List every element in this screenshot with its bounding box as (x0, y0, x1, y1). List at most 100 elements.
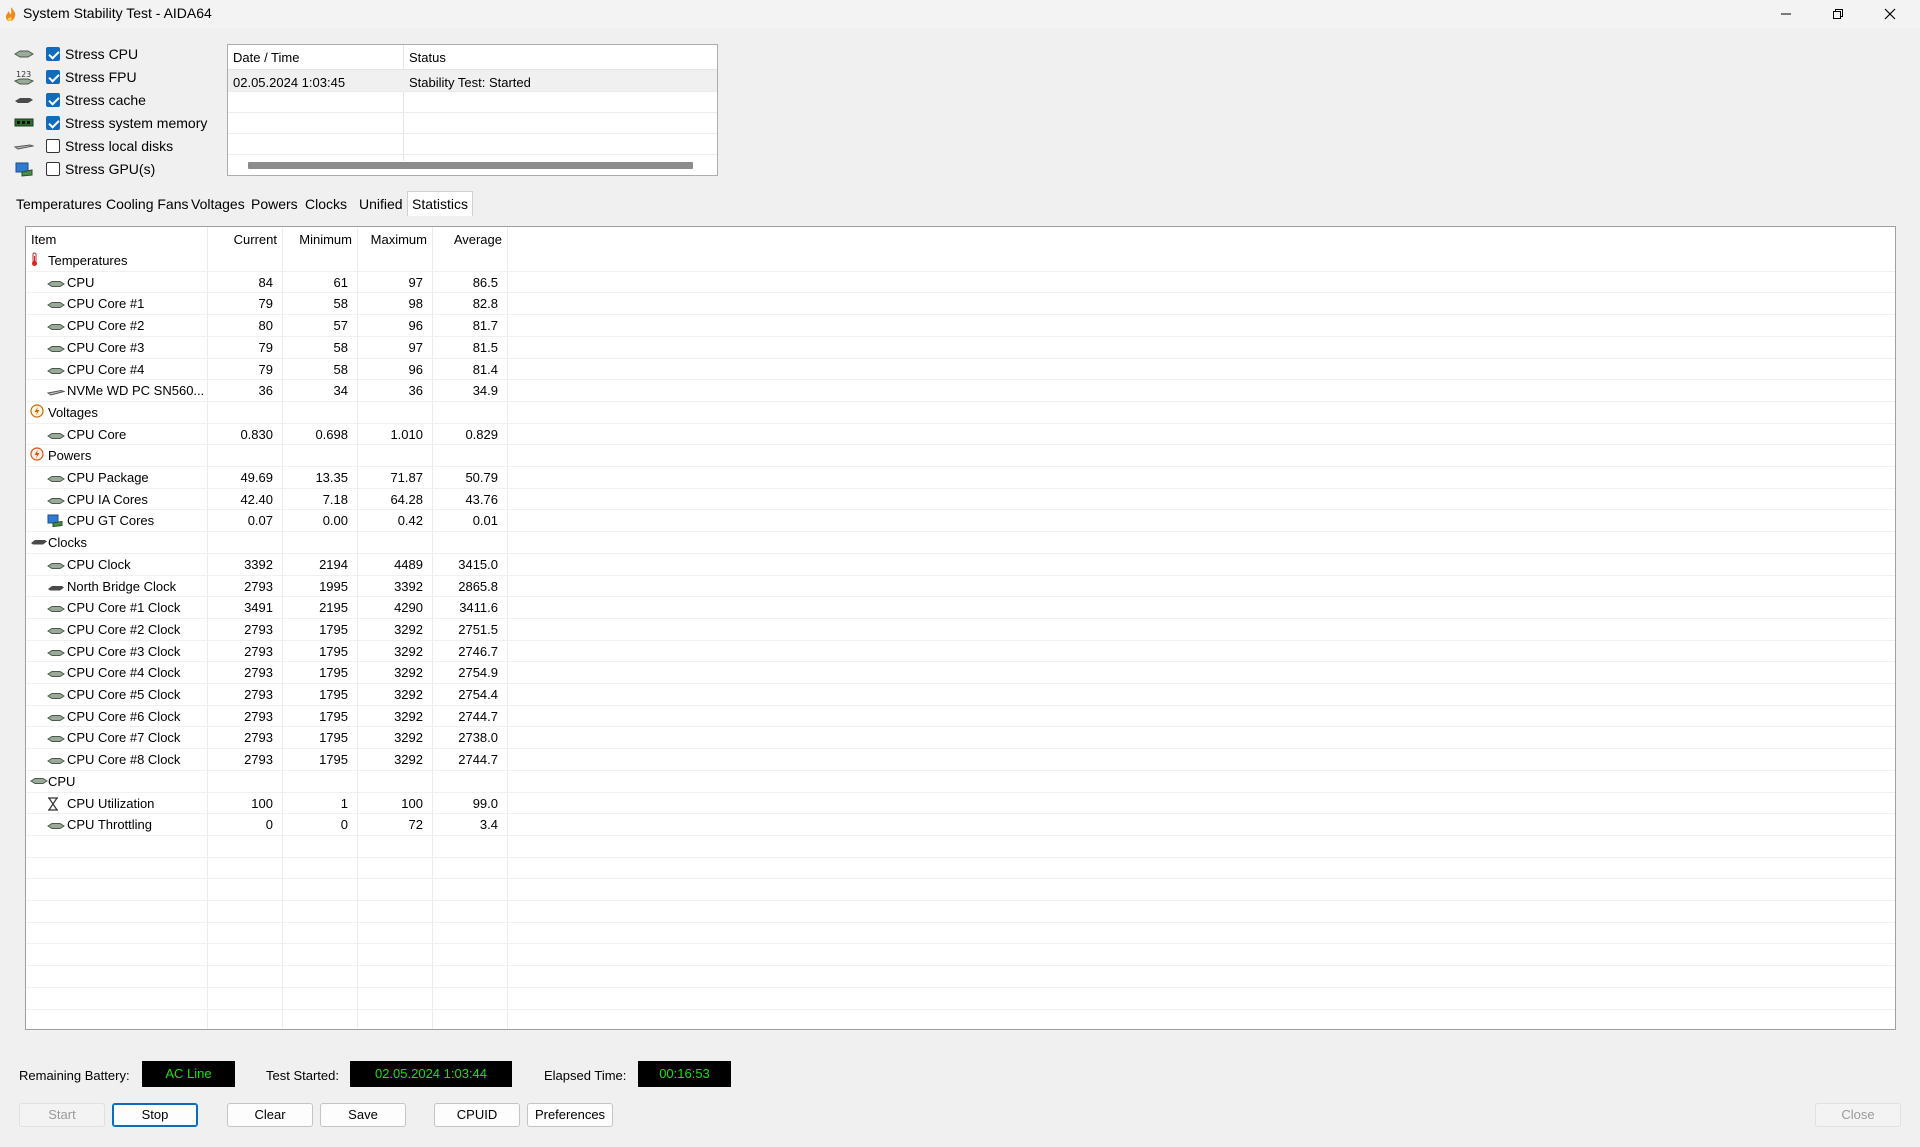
item-name: CPU Core #3 (67, 339, 145, 355)
log-horizontal-scrollbar[interactable] (248, 162, 693, 169)
cpu-chip-icon (47, 818, 65, 833)
table-row[interactable]: CPU 84 61 97 86.5 (26, 271, 526, 293)
log-column-divider (403, 45, 404, 161)
table-row[interactable]: NVMe WD PC SN560... 36 34 36 34.9 (26, 379, 526, 401)
minimum-value: 1795 (319, 687, 348, 702)
restore-button[interactable] (1812, 0, 1864, 28)
close-icon (1884, 8, 1896, 20)
table-row[interactable]: CPU Core #4 Clock 2793 1795 3292 2754.9 (26, 661, 526, 683)
stress-disks-option[interactable]: Stress local disks (14, 135, 173, 157)
average-value: 81.5 (472, 339, 498, 355)
group-row-temperatures[interactable]: Temperatures (26, 249, 526, 271)
stress-fpu-option[interactable]: 123 Stress FPU (14, 66, 137, 88)
table-row[interactable]: CPU Throttling 0 0 72 3.4 (26, 813, 526, 835)
minimum-column-header[interactable]: Minimum (282, 232, 352, 247)
stress-cache-checkbox[interactable] (46, 93, 60, 107)
stress-disks-checkbox[interactable] (46, 139, 60, 153)
table-row[interactable]: North Bridge Clock 2793 1995 3392 2865.8 (26, 575, 526, 597)
tab-voltages[interactable]: Voltages (187, 193, 249, 215)
average-value: 0.829 (465, 426, 498, 442)
stress-gpu-checkbox[interactable] (46, 162, 60, 176)
maximum-value: 3292 (394, 621, 423, 637)
clear-button[interactable]: Clear (227, 1103, 313, 1127)
group-row-clocks[interactable]: Clocks (26, 531, 526, 553)
group-row-voltages[interactable]: Voltages (26, 401, 526, 423)
stress-fpu-checkbox[interactable] (46, 70, 60, 84)
thermometer-icon (30, 252, 40, 270)
log-datetime-header[interactable]: Date / Time (233, 50, 299, 65)
stress-cpu-checkbox[interactable] (46, 47, 60, 61)
restore-icon (1833, 9, 1843, 19)
minimize-button[interactable] (1760, 0, 1812, 28)
minimum-value: 13.35 (315, 470, 348, 485)
average-value: 81.7 (472, 318, 498, 334)
average-value: 34.9 (472, 383, 498, 399)
table-row[interactable]: CPU Core #5 Clock 2793 1795 3292 2754.4 (26, 683, 526, 705)
maximum-column-header[interactable]: Maximum (357, 232, 427, 247)
table-row[interactable]: CPU Core #1 Clock 3491 2195 4290 3411.6 (26, 596, 526, 618)
tab-cooling-fans[interactable]: Cooling Fans (102, 193, 193, 215)
tab-statistics[interactable]: Statistics (407, 191, 474, 216)
table-row[interactable]: CPU Core #2 Clock 2793 1795 3292 2751.5 (26, 618, 526, 640)
average-column-header[interactable]: Average (432, 232, 502, 247)
cpuid-button[interactable]: CPUID (434, 1103, 520, 1127)
bottom-panel: Remaining Battery: AC Line Test Started:… (0, 1040, 1920, 1147)
stress-memory-checkbox[interactable] (46, 116, 60, 130)
table-row[interactable]: CPU GT Cores 0.07 0.00 0.42 0.01 (26, 509, 526, 531)
table-row[interactable]: CPU Core #3 Clock 2793 1795 3292 2746.7 (26, 640, 526, 662)
tab-powers[interactable]: Powers (247, 193, 302, 215)
table-row[interactable]: CPU Utilization 100 1 100 99.0 (26, 792, 526, 814)
item-name: North Bridge Clock (67, 578, 177, 594)
tab-unified[interactable]: Unified (355, 193, 407, 215)
average-value: 3415.0 (458, 556, 498, 572)
table-row[interactable]: CPU Core #8 Clock 2793 1795 3292 2744.7 (26, 748, 526, 770)
current-value: 3392 (244, 556, 273, 572)
minimum-value: 1795 (319, 621, 348, 637)
table-row[interactable]: CPU Core #1 79 58 98 82.8 (26, 292, 526, 314)
log-status-header[interactable]: Status (409, 50, 446, 65)
table-row[interactable]: CPU Core #4 79 58 96 81.4 (26, 358, 526, 380)
tab-temperatures[interactable]: Temperatures (12, 193, 106, 215)
minimum-value: 1795 (319, 665, 348, 681)
table-row[interactable]: CPU Core 0.830 0.698 1.010 0.829 (26, 423, 526, 445)
table-row[interactable]: CPU Clock 3392 2194 4489 3415.0 (26, 553, 526, 575)
log-row[interactable]: 02.05.2024 1:03:45 Stability Test: Start… (228, 70, 717, 91)
table-row[interactable]: CPU IA Cores 42.40 7.18 64.28 43.76 (26, 488, 526, 510)
table-row[interactable]: CPU Core #2 80 57 96 81.7 (26, 314, 526, 336)
stress-memory-label: Stress system memory (65, 115, 208, 131)
stop-button[interactable]: Stop (112, 1103, 198, 1127)
minimum-value: 61 (333, 274, 348, 290)
item-name: CPU Core #5 Clock (67, 687, 181, 702)
start-button[interactable]: Start (19, 1103, 105, 1127)
item-column-header[interactable]: Item (31, 232, 56, 247)
table-row[interactable]: CPU Core #7 Clock 2793 1795 3292 2738.0 (26, 726, 526, 748)
statistics-grid[interactable]: Item Current Minimum Maximum Average Tem… (25, 226, 1896, 1030)
save-button[interactable]: Save (320, 1103, 406, 1127)
stress-gpu-option[interactable]: Stress GPU(s) (14, 158, 155, 180)
item-name: CPU Core #2 (67, 318, 145, 334)
close-button[interactable]: Close (1815, 1103, 1901, 1127)
maximum-value: 3292 (394, 730, 423, 746)
grid-row-line (26, 856, 1895, 858)
maximum-value: 4290 (394, 600, 423, 616)
minimum-value: 1 (340, 795, 348, 811)
average-value: 2744.7 (458, 708, 498, 724)
preferences-button[interactable]: Preferences (527, 1103, 613, 1127)
event-log[interactable]: Date / Time Status 02.05.2024 1:03:45 St… (227, 44, 718, 176)
minimum-value: 0 (340, 817, 348, 833)
close-window-button[interactable] (1864, 0, 1916, 28)
table-row[interactable]: CPU Core #6 Clock 2793 1795 3292 2744.7 (26, 705, 526, 727)
current-value: 2793 (244, 730, 273, 746)
stress-cache-option[interactable]: Stress cache (14, 89, 146, 111)
stress-cpu-option[interactable]: Stress CPU (14, 43, 138, 65)
group-row-cpu[interactable]: CPU (26, 770, 526, 792)
table-row[interactable]: CPU Package 49.69 13.35 71.87 50.79 (26, 466, 526, 488)
group-label: Powers (48, 448, 92, 464)
stress-memory-option[interactable]: Stress system memory (14, 112, 207, 134)
table-row[interactable]: CPU Core #3 79 58 97 81.5 (26, 336, 526, 358)
tab-clocks[interactable]: Clocks (301, 193, 351, 215)
group-label: Temperatures (48, 253, 128, 268)
maximum-value: 71.87 (390, 470, 423, 485)
group-row-powers[interactable]: Powers (26, 444, 526, 466)
current-column-header[interactable]: Current (207, 232, 277, 247)
